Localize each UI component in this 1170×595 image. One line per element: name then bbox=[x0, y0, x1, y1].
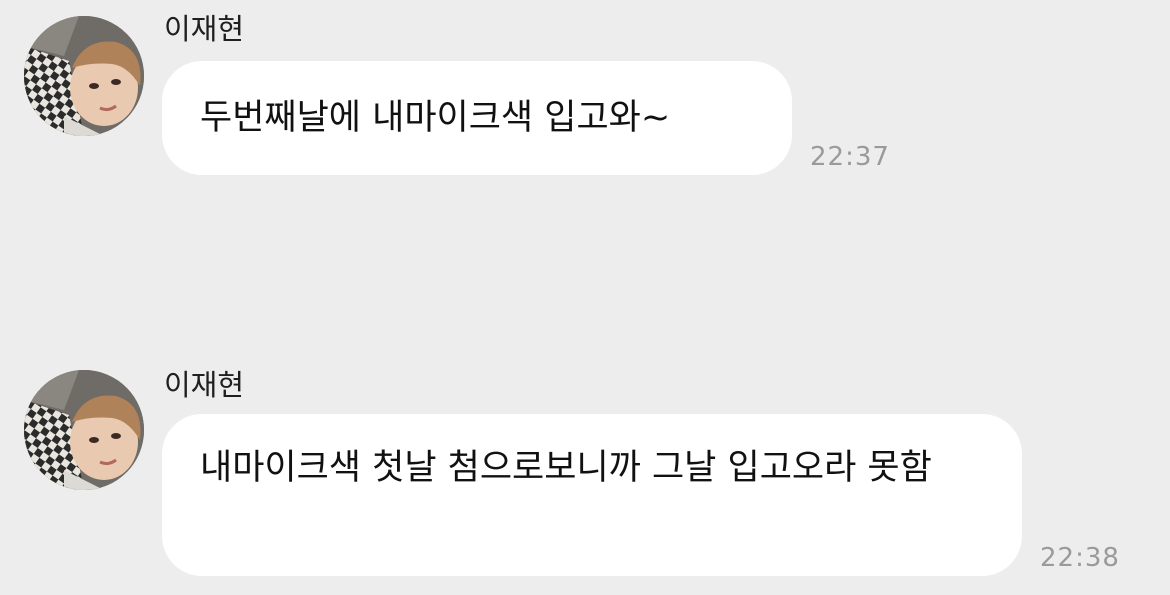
message-timestamp: 22:38 bbox=[1040, 543, 1120, 573]
sender-name: 이재현 bbox=[164, 12, 245, 46]
avatar[interactable] bbox=[24, 16, 144, 136]
message-row: 이재현 두번째날에 내마이크색 입고와~ 22:37 bbox=[0, 0, 1170, 300]
message-timestamp: 22:37 bbox=[810, 142, 890, 172]
avatar[interactable] bbox=[24, 370, 144, 490]
sender-name: 이재현 bbox=[164, 368, 245, 402]
profile-photo bbox=[24, 16, 144, 136]
message-row: 이재현 내마이크색 첫날 첨으로보니까 그날 입고오라 못함 22:38 bbox=[0, 352, 1170, 595]
profile-photo bbox=[24, 370, 144, 490]
message-bubble[interactable]: 두번째날에 내마이크색 입고와~ bbox=[162, 61, 792, 175]
message-bubble[interactable]: 내마이크색 첫날 첨으로보니까 그날 입고오라 못함 bbox=[162, 414, 1022, 576]
